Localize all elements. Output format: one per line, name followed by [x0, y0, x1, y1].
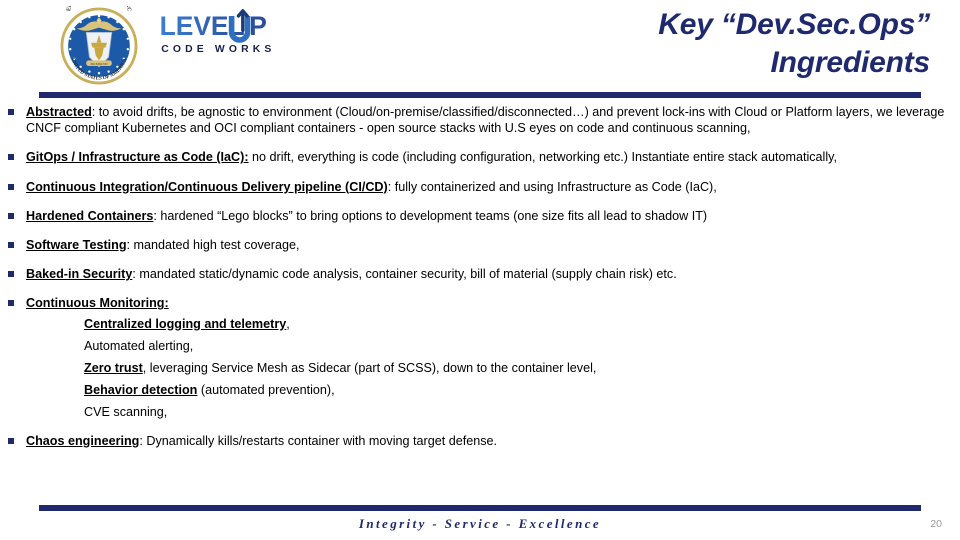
page-title-line1: Key “Dev.Sec.Ops”	[658, 8, 930, 41]
list-item-continuous-monitoring: Continuous Monitoring: Centralized loggi…	[0, 295, 960, 419]
list-item: Abstracted: to avoid drifts, be agnostic…	[0, 104, 960, 136]
slide: MCMXLVII DEPARTMENT OF THE AIR FORCE UNI…	[0, 0, 960, 540]
sub-bullet-rest: Automated alerting,	[84, 338, 194, 353]
list-item: Hardened Containers: hardened “Lego bloc…	[0, 208, 960, 224]
bullet-rest: : fully containerized and using Infrastr…	[387, 179, 717, 194]
bullet-rest: no drift, everything is code (including …	[248, 150, 838, 165]
slide-header: MCMXLVII DEPARTMENT OF THE AIR FORCE UNI…	[0, 0, 960, 98]
bullet-square-icon	[8, 300, 14, 307]
sub-list-item: Zero trust, leveraging Service Mesh as S…	[62, 360, 960, 376]
footer-divider	[39, 505, 921, 511]
sub-list-item: Automated alerting,	[62, 338, 960, 354]
svg-text:CODE WORKS: CODE WORKS	[161, 44, 275, 55]
ingredients-list: Abstracted: to avoid drifts, be agnostic…	[0, 104, 960, 449]
bullet-lead: GitOps / Infrastructure as Code (IaC):	[26, 150, 249, 165]
bullet-rest: : Dynamically kills/restarts container w…	[139, 433, 498, 448]
sub-bullet-lead: Centralized logging and telemetry	[84, 316, 287, 331]
page-title-line2: Ingredients	[770, 46, 931, 79]
page-title: Key “Dev.Sec.Ops” Ingredients	[370, 6, 930, 82]
sub-bullet-rest: (automated prevention),	[197, 382, 335, 397]
sub-list: Centralized logging and telemetry, Autom…	[26, 316, 960, 420]
bullet-lead: Chaos engineering	[26, 433, 140, 448]
bullet-lead: Hardened Containers	[26, 208, 154, 223]
bullet-square-icon	[8, 212, 14, 219]
bullet-square-icon	[8, 183, 14, 190]
list-item: Baked-in Security: mandated static/dynam…	[0, 266, 960, 282]
sub-bullet-lead: Behavior detection	[84, 382, 198, 397]
bullet-square-icon	[8, 271, 14, 278]
page-number: 20	[930, 518, 942, 530]
sub-bullet-rest: ,	[286, 316, 290, 331]
header-divider	[39, 92, 921, 98]
sub-list-item: CVE scanning,	[62, 404, 960, 420]
footer-tagline: Integrity - Service - Excellence	[358, 516, 602, 531]
slide-body: Abstracted: to avoid drifts, be agnostic…	[0, 104, 960, 500]
bullet-lead: Continuous Monitoring:	[26, 296, 169, 311]
bullet-rest: : mandated high test coverage,	[126, 238, 300, 253]
bullet-lead: Software Testing	[26, 238, 127, 253]
bullet-rest: : to avoid drifts, be agnostic to enviro…	[26, 105, 945, 136]
levelup-code-works-logo: LEVEL P CODE WORKS	[158, 8, 318, 64]
sub-list-item: Centralized logging and telemetry,	[62, 316, 960, 332]
bullet-lead: Abstracted	[26, 105, 92, 119]
bullet-square-icon	[8, 437, 14, 444]
list-item: Continuous Integration/Continuous Delive…	[0, 179, 960, 195]
svg-text:MCMXLVII: MCMXLVII	[90, 62, 107, 66]
bullet-rest: : hardened “Lego blocks” to bring option…	[153, 208, 708, 223]
bullet-rest: : mandated static/dynamic code analysis,…	[132, 267, 677, 282]
sub-bullet-rest: , leveraging Service Mesh as Sidecar (pa…	[142, 360, 597, 375]
list-item: Chaos engineering: Dynamically kills/res…	[0, 433, 960, 449]
air-force-seal-icon: MCMXLVII DEPARTMENT OF THE AIR FORCE UNI…	[57, 0, 140, 86]
list-item: GitOps / Infrastructure as Code (IaC): n…	[0, 149, 960, 165]
sub-bullet-rest: CVE scanning,	[84, 404, 168, 419]
bullet-lead: Baked-in Security	[26, 267, 133, 282]
sub-list-item: Behavior detection (automated prevention…	[62, 382, 960, 398]
bullet-square-icon	[8, 242, 14, 249]
bullet-square-icon	[8, 154, 14, 161]
bullet-lead: Continuous Integration/Continuous Delive…	[26, 179, 388, 194]
bullet-square-icon	[8, 109, 14, 115]
sub-bullet-lead: Zero trust	[84, 360, 143, 375]
svg-text:P: P	[249, 11, 267, 41]
list-item: Software Testing: mandated high test cov…	[0, 237, 960, 253]
